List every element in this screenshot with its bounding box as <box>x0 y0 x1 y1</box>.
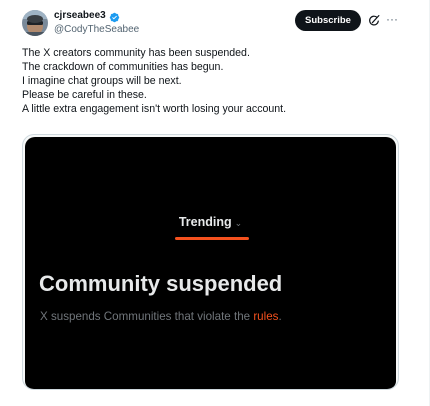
media-card[interactable]: Trending ⌄ Community suspended X suspends… <box>22 134 399 390</box>
suspended-description: X suspends Communities that violate the … <box>40 310 282 323</box>
more-icon[interactable]: ··· <box>386 12 398 26</box>
display-name[interactable]: cjrseabee3 <box>54 10 106 21</box>
trending-tab-label: Trending <box>178 215 232 229</box>
trending-tab: Trending ⌄ <box>25 215 396 229</box>
tweet-line: Please be careful in these. <box>22 89 147 101</box>
tweet-line: I imagine chat groups will be next. <box>22 75 182 87</box>
verified-badge-icon <box>109 10 120 23</box>
media-screenshot: Trending ⌄ Community suspended X suspends… <box>25 137 396 389</box>
grok-icon[interactable] <box>368 14 381 27</box>
avatar-image <box>22 10 48 36</box>
tweet: cjrseabee3 @CodyTheSeabee Subscribe ··· … <box>0 0 430 406</box>
suspended-title: Community suspended <box>39 271 283 296</box>
tweet-line: The crackdown of communities has begun. <box>22 61 224 73</box>
chevron-down-icon: ⌄ <box>234 218 243 228</box>
subscribe-button[interactable]: Subscribe <box>295 10 361 31</box>
tab-underline <box>175 237 249 240</box>
handle[interactable]: @CodyTheSeabee <box>54 24 139 35</box>
avatar[interactable] <box>22 10 48 36</box>
tweet-line: A little extra engagement isn't worth lo… <box>22 103 287 115</box>
description-period: . <box>278 310 282 323</box>
tweet-text: The X creators community has been suspen… <box>22 46 402 116</box>
display-name-row: cjrseabee3 <box>54 10 120 23</box>
description-text: X suspends Communities that violate the <box>40 310 254 323</box>
tweet-line: The X creators community has been suspen… <box>22 47 250 59</box>
rules-link: rules <box>253 310 279 323</box>
